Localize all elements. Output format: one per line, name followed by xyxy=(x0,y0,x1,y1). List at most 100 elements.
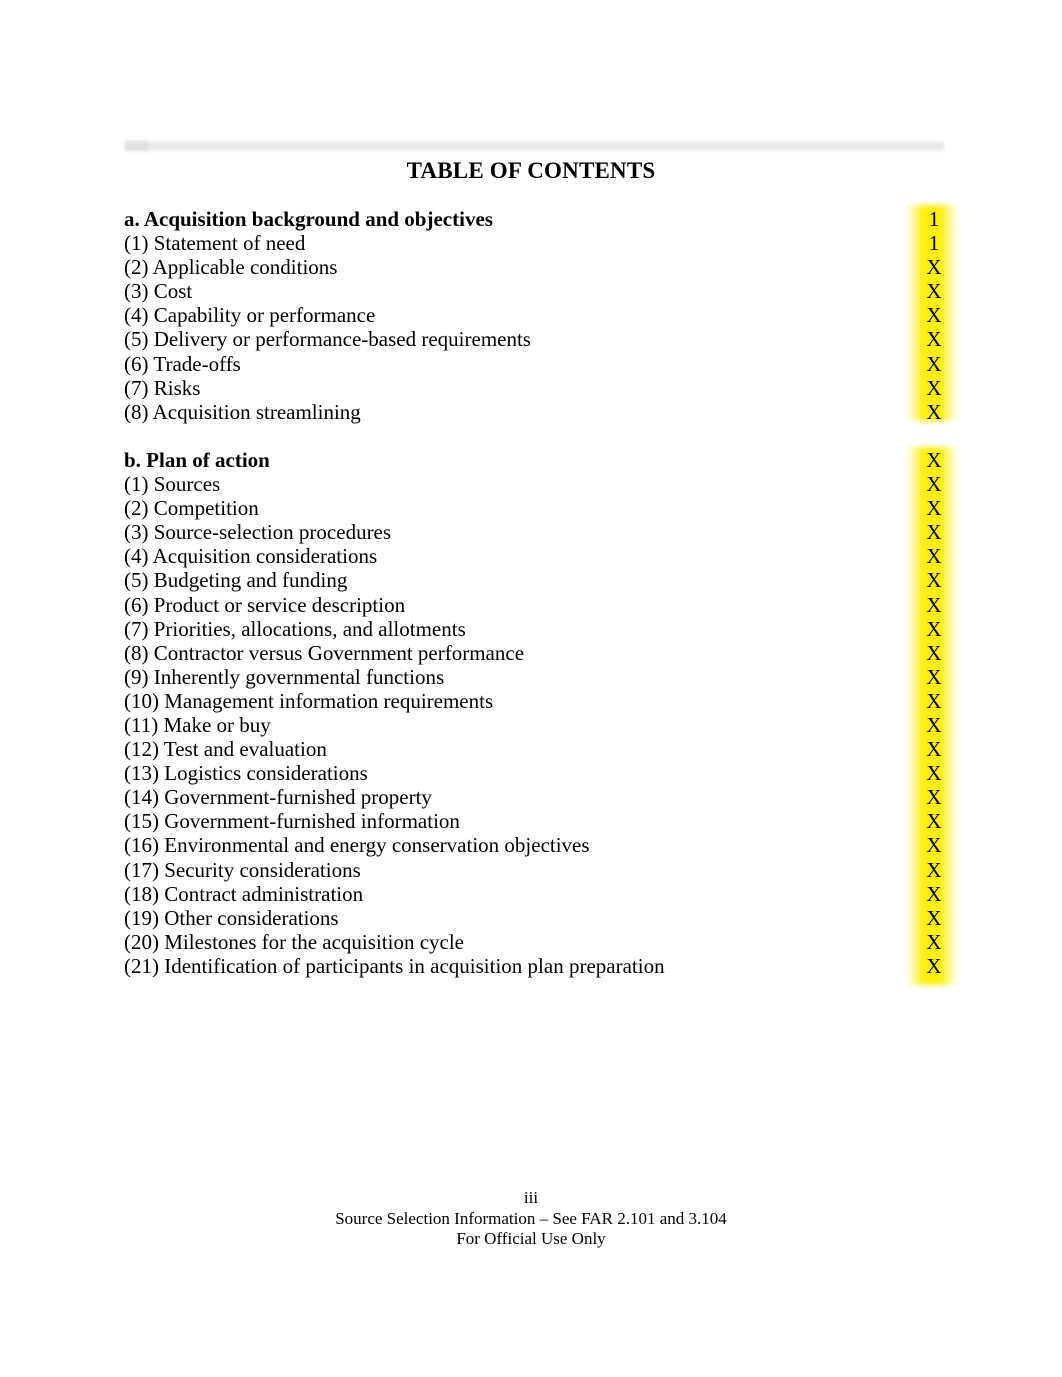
toc-entry[interactable]: (7) Priorities, allocations, and allotme… xyxy=(124,617,944,641)
toc-section-heading[interactable]: b. Plan of action X xyxy=(124,448,944,472)
toc-entry[interactable]: (2) Competition X xyxy=(124,496,944,520)
footer-use-statement: For Official Use Only xyxy=(456,1229,606,1248)
header-band-mark xyxy=(126,141,148,151)
toc-entry-label: (10) Management information requirements xyxy=(124,688,494,713)
toc-entry[interactable]: (7) Risks X xyxy=(124,376,944,400)
toc-entry-page-number: X xyxy=(926,785,942,810)
toc-entry[interactable]: (3) Source-selection procedures X xyxy=(124,520,944,544)
toc-entry-label: (2) Competition xyxy=(124,496,259,521)
toc-entry[interactable]: (17) Security considerations X xyxy=(124,858,944,882)
table-of-contents: a. Acquisition background and objectives… xyxy=(124,207,944,978)
toc-entry-label: (9) Inherently governmental functions xyxy=(124,664,445,689)
toc-entry[interactable]: (6) Trade-offs X xyxy=(124,352,944,376)
toc-entry-label: (19) Other considerations xyxy=(124,905,339,930)
toc-entry-label: (5) Budgeting and funding xyxy=(124,568,348,593)
toc-entry-label: (14) Government-furnished property xyxy=(124,785,432,810)
toc-entry-page-number: X xyxy=(926,544,942,569)
toc-entry[interactable]: (5) Budgeting and funding X xyxy=(124,568,944,592)
toc-entry[interactable]: (2) Applicable conditions X xyxy=(124,255,944,279)
toc-entry[interactable]: (9) Inherently governmental functions X xyxy=(124,665,944,689)
toc-entry-page-number: X xyxy=(926,327,942,352)
toc-entry-page-number: X xyxy=(926,929,942,954)
toc-entry-page-number: X xyxy=(926,472,942,497)
toc-entry-page-number: X xyxy=(926,592,942,617)
toc-entry-page-number: X xyxy=(926,255,942,280)
toc-entry[interactable]: (13) Logistics considerations X xyxy=(124,761,944,785)
toc-section-heading-page-number: 1 xyxy=(928,207,940,231)
toc-entry-page-number: X xyxy=(926,857,942,882)
toc-entry[interactable]: (15) Government-furnished information X xyxy=(124,809,944,833)
toc-entry-label: (5) Delivery or performance-based requir… xyxy=(124,327,531,352)
toc-entry[interactable]: (5) Delivery or performance-based requir… xyxy=(124,327,944,351)
toc-entry[interactable]: (12) Test and evaluation X xyxy=(124,737,944,761)
toc-entry[interactable]: (18) Contract administration X xyxy=(124,882,944,906)
toc-entry-page-number: X xyxy=(926,881,942,906)
toc-entry-page-number: 1 xyxy=(928,231,940,256)
toc-entry-page-number: X xyxy=(926,809,942,834)
footer-page-number: iii xyxy=(523,1188,539,1207)
toc-entry-page-number: X xyxy=(926,833,942,858)
toc-entry[interactable]: (16) Environmental and energy conservati… xyxy=(124,833,944,857)
toc-entry-label: (13) Logistics considerations xyxy=(124,761,368,786)
toc-entry[interactable]: (8) Contractor versus Government perform… xyxy=(124,641,944,665)
toc-entry-label: (6) Trade-offs xyxy=(124,351,241,376)
toc-entry-label: (2) Applicable conditions xyxy=(124,255,338,280)
toc-entry-label: (4) Capability or performance xyxy=(124,303,376,328)
toc-entry[interactable]: (3) Cost X xyxy=(124,279,944,303)
toc-entry-page-number: X xyxy=(926,568,942,593)
toc-entry-label: (7) Risks xyxy=(124,375,201,400)
toc-entry-page-number: X xyxy=(926,375,942,400)
toc-entry-label: (8) Contractor versus Government perform… xyxy=(124,640,525,665)
toc-entry-label: (15) Government-furnished information xyxy=(124,809,460,834)
toc-entry-page-number: X xyxy=(926,905,942,930)
toc-entry-page-number: X xyxy=(926,761,942,786)
toc-entry-page-number: X xyxy=(926,737,942,762)
toc-section: b. Plan of action X (1) Sources X (2) Compet… xyxy=(124,448,944,978)
toc-entry[interactable]: (1) Sources X xyxy=(124,472,944,496)
toc-entry-page-number: X xyxy=(926,664,942,689)
toc-entry-page-number: X xyxy=(926,616,942,641)
toc-entry[interactable]: (8) Acquisition streamlining X xyxy=(124,400,944,424)
toc-entry-page-number: X xyxy=(926,520,942,545)
toc-entry-label: (20) Milestones for the acquisition cycl… xyxy=(124,929,464,954)
toc-entry-label: (7) Priorities, allocations, and allotme… xyxy=(124,616,466,641)
toc-section: a. Acquisition background and objectives… xyxy=(124,207,944,424)
toc-entry[interactable]: (21) Identification of participants in a… xyxy=(124,954,944,978)
toc-entry[interactable]: (19) Other considerations X xyxy=(124,906,944,930)
toc-entry-label: (17) Security considerations xyxy=(124,857,361,882)
toc-entry[interactable]: (11) Make or buy X xyxy=(124,713,944,737)
toc-entry[interactable]: (20) Milestones for the acquisition cycl… xyxy=(124,930,944,954)
toc-entry[interactable]: (10) Management information requirements… xyxy=(124,689,944,713)
toc-entry-label: (16) Environmental and energy conservati… xyxy=(124,833,590,858)
toc-section-heading-page-number: X xyxy=(926,447,942,472)
toc-section-heading-label: b. Plan of action xyxy=(124,447,270,472)
toc-entry[interactable]: (4) Capability or performance X xyxy=(124,303,944,327)
toc-entry-page-number: X xyxy=(926,351,942,376)
toc-entry[interactable]: (14) Government-furnished property X xyxy=(124,785,944,809)
toc-entry-label: (8) Acquisition streamlining xyxy=(124,399,361,424)
footer-source-selection-notice: Source Selection Information – See FAR 2… xyxy=(335,1208,727,1228)
toc-entry-page-number: X xyxy=(926,279,942,304)
redacted-header-band xyxy=(124,139,944,153)
toc-entry[interactable]: (4) Acquisition considerations X xyxy=(124,544,944,568)
toc-entry-page-number: X xyxy=(926,953,942,978)
toc-entry-label: (1) Sources xyxy=(124,472,221,497)
toc-entry-label: (21) Identification of participants in a… xyxy=(124,953,665,978)
toc-entry[interactable]: (6) Product or service description X xyxy=(124,593,944,617)
toc-section-heading-label: a. Acquisition background and objectives xyxy=(124,207,493,231)
toc-entry-page-number: X xyxy=(926,496,942,521)
toc-entry-label: (3) Cost xyxy=(124,279,193,304)
toc-entry-label: (18) Contract administration xyxy=(124,881,364,906)
document-page: TABLE OF CONTENTS a. Acquisition backgro… xyxy=(0,0,1062,1377)
toc-entry-label: (12) Test and evaluation xyxy=(124,737,327,762)
toc-entry-label: (11) Make or buy xyxy=(124,712,271,737)
toc-entry[interactable]: (1) Statement of need 1 xyxy=(124,231,944,255)
toc-entry-page-number: X xyxy=(926,303,942,328)
toc-entry-label: (6) Product or service description xyxy=(124,592,406,617)
page-footer: iii Source Selection Information – See F… xyxy=(0,1188,1062,1250)
toc-entry-label: (1) Statement of need xyxy=(124,231,306,256)
toc-section-heading[interactable]: a. Acquisition background and objectives… xyxy=(124,207,944,231)
toc-entry-label: (4) Acquisition considerations xyxy=(124,544,378,569)
toc-entry-page-number: X xyxy=(926,712,942,737)
toc-entry-label: (3) Source-selection procedures xyxy=(124,520,392,545)
